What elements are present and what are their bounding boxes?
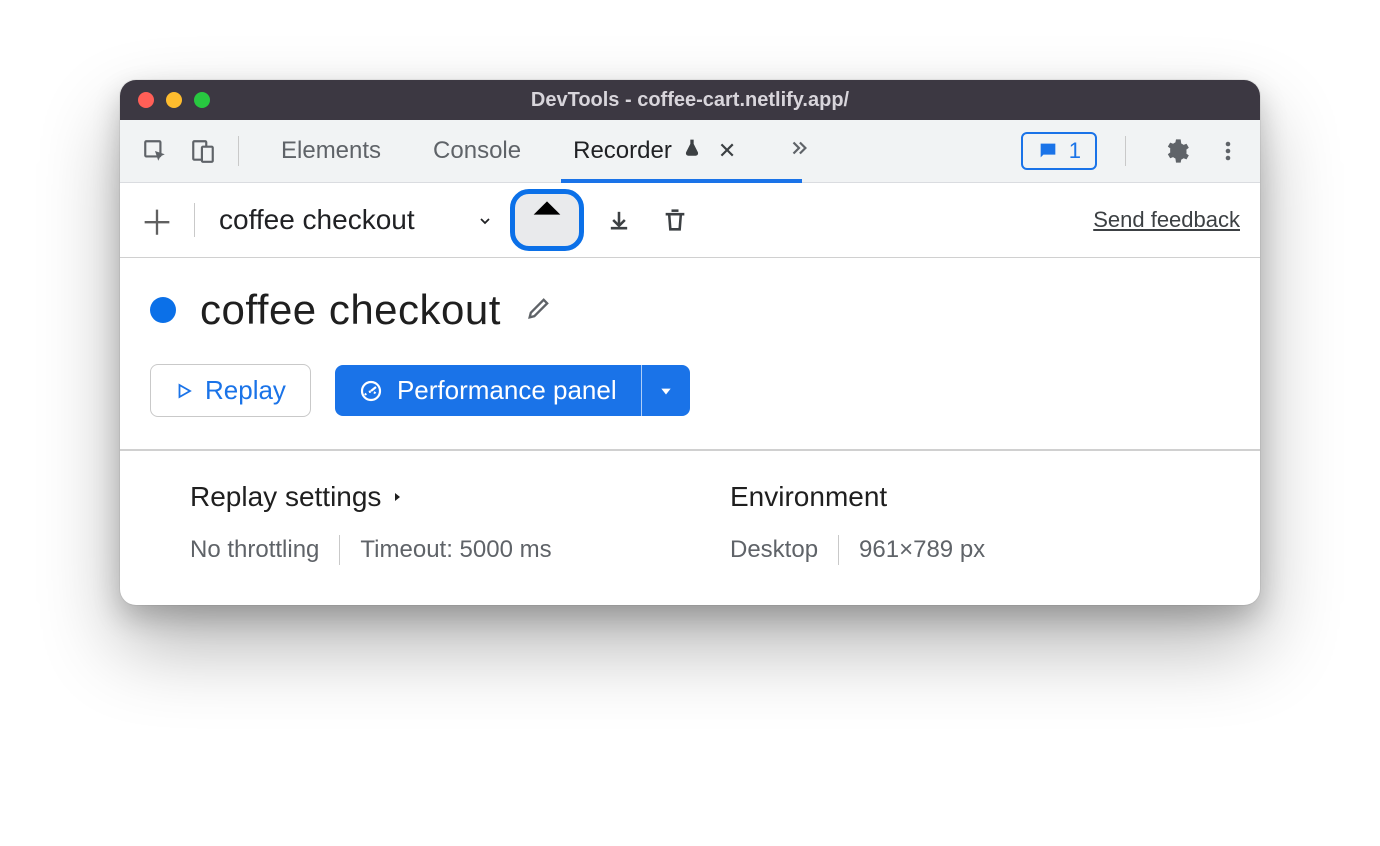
caret-right-icon [391,481,403,513]
titlebar: DevTools - coffee-cart.netlify.app/ [120,80,1260,120]
window-minimize-button[interactable] [166,92,182,108]
more-tabs-button[interactable] [782,120,816,182]
divider [838,535,839,565]
environment-section: Environment Desktop 961×789 px [730,481,1190,565]
replay-settings-heading[interactable]: Replay settings [190,481,650,513]
caret-down-icon [658,384,674,398]
chevron-double-right-icon [788,137,810,166]
divider [194,203,195,237]
window-close-button[interactable] [138,92,154,108]
divider [238,136,239,166]
tab-label: Recorder [573,137,672,165]
panel-tabs: Elements Console Recorder ✕ [275,120,816,182]
import-recording-button[interactable] [599,200,639,240]
divider [339,535,340,565]
timeout-value: Timeout: 5000 ms [360,536,551,564]
performance-panel-button[interactable]: Performance panel [335,365,641,416]
trash-icon [661,206,689,234]
performance-panel-dropdown[interactable] [641,365,690,416]
performance-panel-button-group: Performance panel [335,365,690,416]
settings-gear-icon[interactable] [1162,137,1190,165]
recording-status-dot [150,297,176,323]
close-tab-icon[interactable]: ✕ [718,138,736,164]
more-menu-icon[interactable] [1216,137,1244,165]
environment-heading-label: Environment [730,481,887,513]
environment-heading: Environment [730,481,1190,513]
performance-panel-label: Performance panel [397,375,617,406]
recording-title: coffee checkout [200,286,501,334]
devtools-window: DevTools - coffee-cart.netlify.app/ Elem… [120,80,1260,605]
window-title: DevTools - coffee-cart.netlify.app/ [531,89,849,112]
edit-title-button[interactable] [525,294,553,327]
send-feedback-link[interactable]: Send feedback [1093,207,1240,233]
devtools-tabstrip: Elements Console Recorder ✕ 1 [120,120,1260,183]
play-icon [175,382,193,400]
replay-settings-heading-label: Replay settings [190,481,381,513]
experiment-flask-icon [682,137,702,165]
recording-selector-label: coffee checkout [219,204,415,236]
tab-elements[interactable]: Elements [275,120,387,182]
recording-header: coffee checkout Replay Performance panel [120,258,1260,451]
environment-device: Desktop [730,536,818,564]
tab-recorder[interactable]: Recorder ✕ [567,120,742,182]
delete-recording-button[interactable] [655,200,695,240]
recording-selector[interactable]: coffee checkout [219,204,495,236]
issues-count: 1 [1069,138,1081,164]
window-zoom-button[interactable] [194,92,210,108]
environment-viewport: 961×789 px [859,536,985,564]
download-icon [605,206,633,234]
tab-label: Console [433,137,521,165]
gauge-icon [359,379,383,403]
inspect-element-icon[interactable] [136,132,174,170]
divider [1125,136,1126,166]
issues-badge[interactable]: 1 [1021,132,1097,170]
recording-settings: Replay settings No throttling Timeout: 5… [120,451,1260,605]
new-recording-button[interactable]: ＋ [140,196,170,245]
device-toolbar-icon[interactable] [184,132,222,170]
chevron-down-icon [475,204,495,236]
upload-icon [515,188,579,252]
window-controls [138,92,210,108]
export-recording-button[interactable] [515,194,579,246]
replay-label: Replay [205,375,286,406]
recorder-toolbar: ＋ coffee checkout Send feedback [120,183,1260,258]
throttling-value: No throttling [190,536,319,564]
replay-settings-section: Replay settings No throttling Timeout: 5… [190,481,650,565]
tab-label: Elements [281,137,381,165]
tab-console[interactable]: Console [427,120,527,182]
replay-button[interactable]: Replay [150,364,311,417]
